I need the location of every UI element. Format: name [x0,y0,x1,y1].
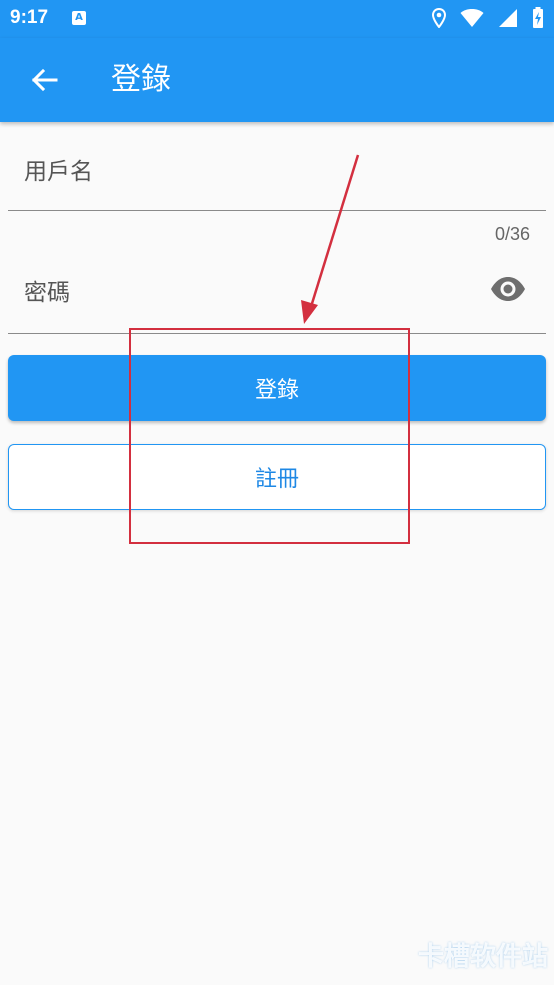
battery-charging-icon [533,7,543,28]
page-title: 登錄 [111,62,171,97]
arrow-left-icon [31,68,58,92]
register-button[interactable]: 註冊 [8,444,546,510]
app-screen: 9:17 A 登錄 用戶名 0/36 密碼 登錄 註冊 卡槽软件站 [0,0,554,985]
username-field[interactable]: 用戶名 [8,122,546,211]
watermark-logo: 卡槽软件站 [417,942,548,972]
login-button[interactable]: 登錄 [8,355,546,421]
back-button[interactable] [26,62,62,98]
wifi-icon [460,9,484,27]
status-time: 9:17 [10,7,49,28]
app-store-icon: A [72,11,86,25]
location-icon [432,8,446,28]
app-bar: 登錄 [0,38,554,122]
password-field[interactable]: 密碼 [8,245,546,334]
eye-icon[interactable] [490,275,526,303]
password-label: 密碼 [24,280,70,306]
character-counter: 0/36 [494,224,530,244]
signal-icon [499,9,517,27]
status-bar: 9:17 A [0,0,554,38]
system-icons [432,7,544,29]
username-label: 用戶名 [24,159,93,185]
